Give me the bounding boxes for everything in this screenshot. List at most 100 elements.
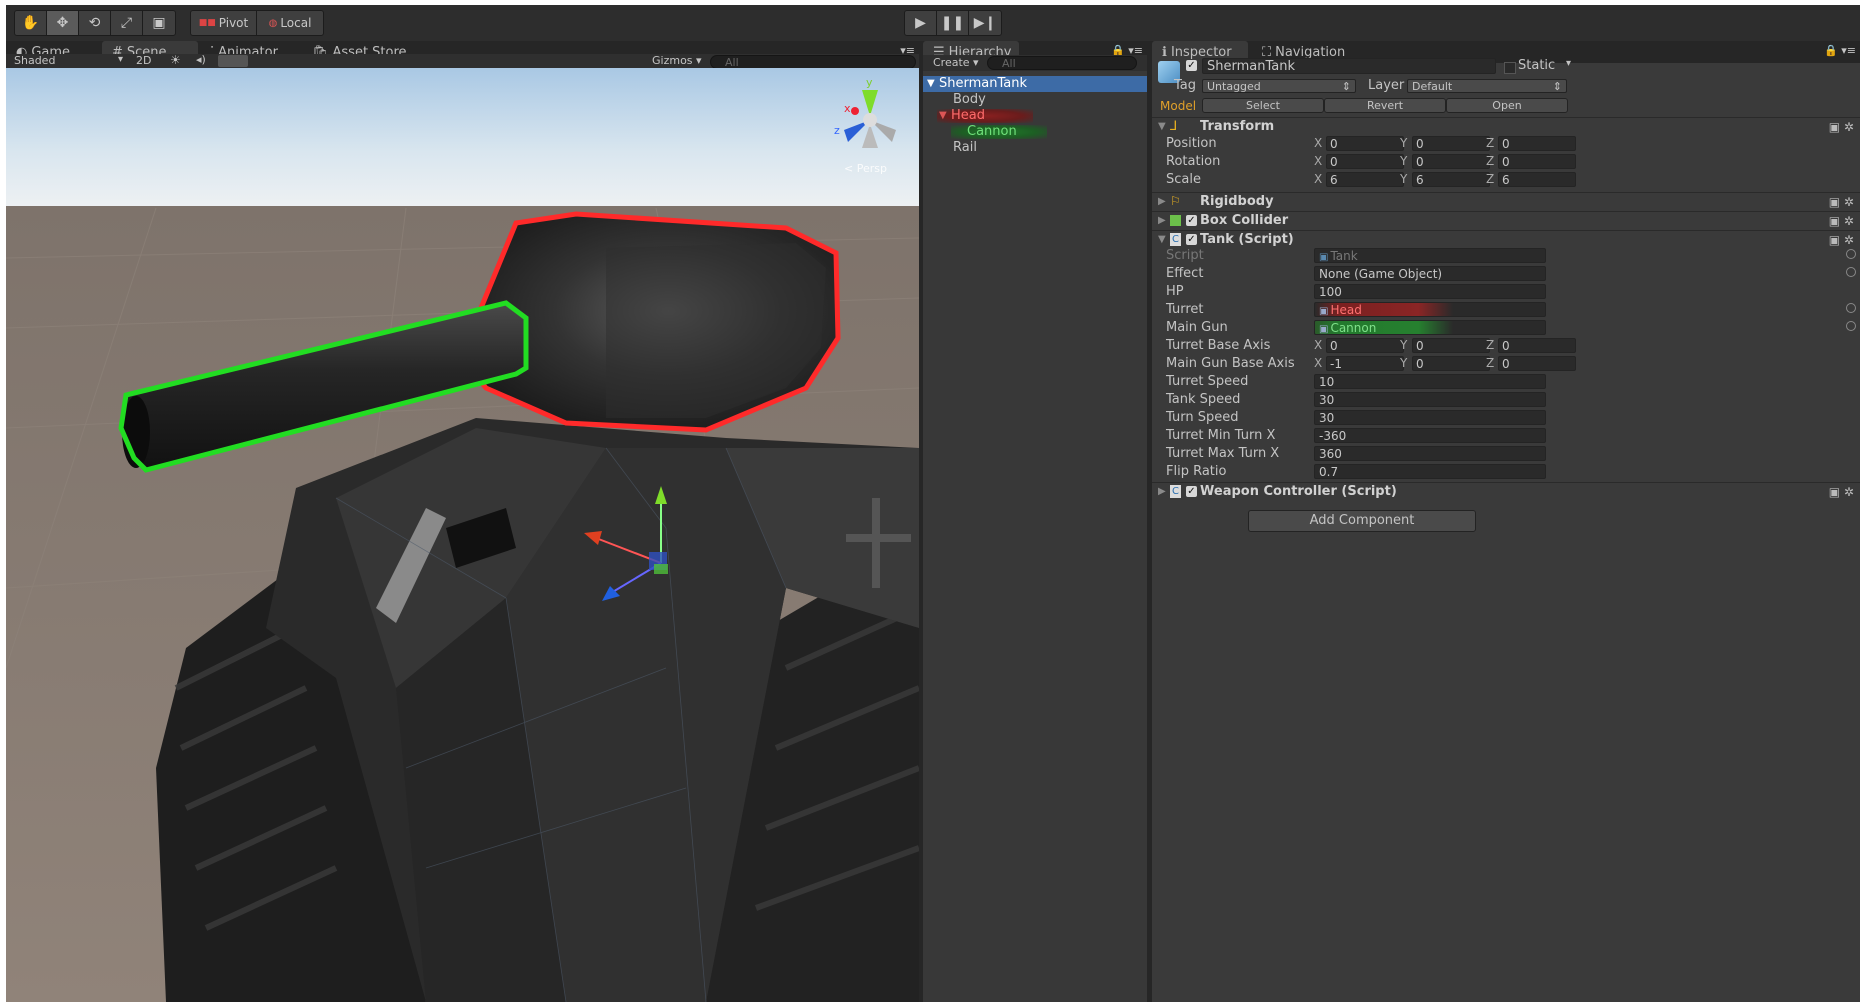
rotation-z-field[interactable]: 0: [1498, 154, 1576, 169]
hierarchy-search-input[interactable]: All: [987, 56, 1137, 70]
transform-header[interactable]: ▼ ⅃ Transform ▣ ✲: [1152, 117, 1860, 137]
turret-base-axis-z-field[interactable]: 0: [1498, 338, 1576, 353]
rotation-x-field[interactable]: 0: [1326, 154, 1404, 169]
flip-ratio-field[interactable]: 0.7: [1314, 464, 1546, 479]
weapon-controller-checkbox[interactable]: ✓: [1186, 486, 1197, 497]
gizmos-dropdown[interactable]: Gizmos ▾: [652, 54, 702, 67]
script-label: Script: [1166, 248, 1204, 263]
turret-max-turn-x-row: Turret Max Turn X 360: [1152, 445, 1860, 463]
y-axis-label: Y: [1400, 338, 1408, 352]
turn-speed-field[interactable]: 30: [1314, 410, 1546, 425]
main-gun-base-axis-x-field[interactable]: -1: [1326, 356, 1404, 371]
box-collider-checkbox[interactable]: ✓: [1186, 215, 1197, 226]
turret-max-turn-x-field[interactable]: 360: [1314, 446, 1546, 461]
position-y-field[interactable]: 0: [1412, 136, 1490, 151]
scene-search-input[interactable]: All: [710, 55, 916, 69]
local-button[interactable]: ◍ Local: [257, 11, 323, 35]
object-picker-icon[interactable]: [1846, 267, 1856, 277]
main-gun-field[interactable]: ▣ Cannon: [1314, 320, 1546, 335]
step-icon[interactable]: ▶❙: [969, 11, 1001, 35]
audio-toggle-icon[interactable]: ◂): [196, 53, 206, 66]
active-checkbox[interactable]: ✓: [1186, 60, 1197, 71]
fold-arrow-icon[interactable]: ▼: [1158, 121, 1166, 132]
move-tool-icon[interactable]: ✥: [47, 11, 79, 35]
turret-min-turn-x-field[interactable]: -360: [1314, 428, 1546, 443]
scene-viewport[interactable]: y x z < Persp: [6, 68, 919, 1002]
component-help-settings-icon[interactable]: ▣ ✲: [1829, 195, 1854, 209]
scale-x-field[interactable]: 6: [1326, 172, 1404, 187]
effects-toggle-icon[interactable]: [218, 55, 248, 67]
turret-base-axis-y-field[interactable]: 0: [1412, 338, 1490, 353]
fold-arrow-icon[interactable]: ▶: [1158, 486, 1166, 497]
shading-mode-dropdown[interactable]: Shaded: [14, 54, 55, 67]
tag-label: Tag: [1174, 78, 1197, 93]
component-help-settings-icon[interactable]: ▣ ✲: [1829, 233, 1854, 247]
hp-field[interactable]: 100: [1314, 284, 1546, 299]
x-axis-label: X: [1314, 154, 1323, 168]
main-gun-base-axis-z-field[interactable]: 0: [1498, 356, 1576, 371]
scale-z-field[interactable]: 6: [1498, 172, 1576, 187]
turret-min-turn-x-label: Turret Min Turn X: [1166, 428, 1276, 443]
scale-tool-icon[interactable]: ⤢: [111, 11, 143, 35]
effect-field[interactable]: None (Game Object): [1314, 266, 1546, 281]
static-dropdown-icon[interactable]: ▾: [1566, 58, 1571, 69]
turret-base-axis-label: Turret Base Axis: [1166, 338, 1271, 353]
object-name-field[interactable]: ShermanTank: [1202, 58, 1496, 74]
component-help-settings-icon[interactable]: ▣ ✲: [1829, 120, 1854, 134]
object-picker-icon[interactable]: [1846, 321, 1856, 331]
model-open-button[interactable]: Open: [1446, 98, 1568, 113]
box-collider-header[interactable]: ▶ ✓ Box Collider ▣ ✲: [1152, 211, 1860, 231]
object-picker-icon[interactable]: [1846, 303, 1856, 313]
script-file-icon: ▣: [1319, 252, 1329, 263]
tag-dropdown[interactable]: Untagged ⇕: [1202, 79, 1356, 93]
component-help-settings-icon[interactable]: ▣ ✲: [1829, 485, 1854, 499]
rotation-y-field[interactable]: 0: [1412, 154, 1490, 169]
fold-arrow-icon[interactable]: ▶: [1158, 196, 1166, 207]
script-field[interactable]: ▣ Tank: [1314, 248, 1546, 263]
add-component-button[interactable]: Add Component: [1248, 510, 1476, 532]
x-axis-label: X: [1314, 338, 1323, 352]
weapon-controller-header[interactable]: ▶ C ✓ Weapon Controller (Script) ▣ ✲: [1152, 482, 1860, 502]
rotate-tool-icon[interactable]: ⟲: [79, 11, 111, 35]
rigidbody-header[interactable]: ▶ ⚐ Rigidbody ▣ ✲: [1152, 192, 1860, 212]
expand-arrow-icon[interactable]: ▼: [939, 108, 947, 124]
fold-arrow-icon[interactable]: ▶: [1158, 215, 1166, 226]
hierarchy-item-cannon[interactable]: Cannon: [923, 124, 1147, 140]
component-help-settings-icon[interactable]: ▣ ✲: [1829, 214, 1854, 228]
static-checkbox[interactable]: [1504, 62, 1516, 74]
fold-arrow-icon[interactable]: ▼: [1158, 234, 1166, 245]
expand-arrow-icon[interactable]: ▼: [927, 76, 935, 92]
rect-tool-icon[interactable]: ▣: [143, 11, 175, 35]
scale-y-field[interactable]: 6: [1412, 172, 1490, 187]
effect-row: Effect None (Game Object): [1152, 265, 1860, 283]
turret-field[interactable]: ▣ Head: [1314, 302, 1546, 317]
hierarchy-item-rail[interactable]: Rail: [923, 140, 1147, 156]
play-icon[interactable]: ▶: [905, 11, 937, 35]
script-icon: C: [1170, 485, 1181, 498]
inspector-lock-icon[interactable]: 🔒 ▾≡: [1824, 44, 1856, 57]
hierarchy-item-shermantank[interactable]: ▼ ShermanTank: [923, 76, 1147, 92]
position-z-field[interactable]: 0: [1498, 136, 1576, 151]
pivot-button[interactable]: ■■ Pivot: [191, 11, 257, 35]
create-dropdown[interactable]: Create ▾: [933, 56, 979, 69]
object-picker-icon[interactable]: [1846, 249, 1856, 259]
position-x-field[interactable]: 0: [1326, 136, 1404, 151]
persp-label[interactable]: < Persp: [844, 162, 887, 175]
hand-tool-icon[interactable]: ✋: [15, 11, 47, 35]
mode-2d-button[interactable]: 2D: [136, 54, 151, 67]
tank-speed-field[interactable]: 30: [1314, 392, 1546, 407]
turret-min-turn-x-row: Turret Min Turn X -360: [1152, 427, 1860, 445]
hierarchy-item-body[interactable]: Body: [923, 92, 1147, 108]
pause-icon[interactable]: ❚❚: [937, 11, 969, 35]
turret-base-axis-x-field[interactable]: 0: [1326, 338, 1404, 353]
lighting-toggle-icon[interactable]: ☀: [170, 53, 181, 67]
tank-script-checkbox[interactable]: ✓: [1186, 234, 1197, 245]
transform-icon: ⅃: [1170, 119, 1178, 134]
hierarchy-item-head[interactable]: ▼ Head: [923, 108, 1147, 124]
turret-speed-field[interactable]: 10: [1314, 374, 1546, 389]
model-revert-button[interactable]: Revert: [1324, 98, 1446, 113]
main-gun-base-axis-y-field[interactable]: 0: [1412, 356, 1490, 371]
model-select-button[interactable]: Select: [1202, 98, 1324, 113]
static-label: Static: [1518, 58, 1556, 73]
layer-dropdown[interactable]: Default ⇕: [1407, 79, 1567, 93]
